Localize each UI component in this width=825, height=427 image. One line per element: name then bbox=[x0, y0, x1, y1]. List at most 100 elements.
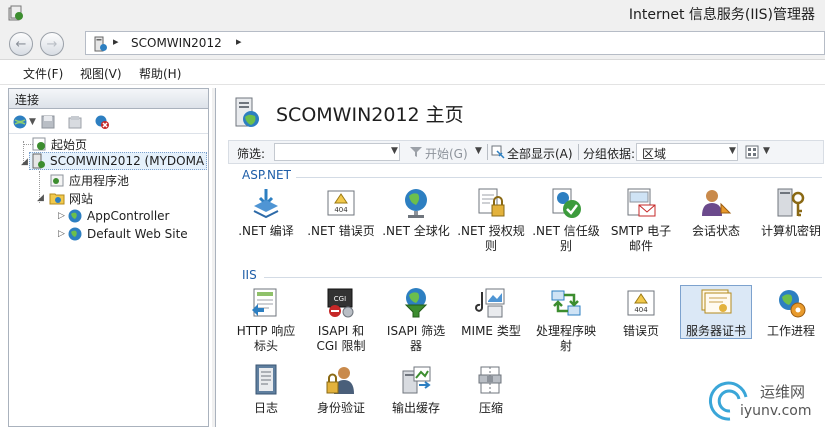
group-by-select[interactable]: 区域 bbox=[636, 143, 738, 161]
chevron-down-icon[interactable]: ▼ bbox=[729, 146, 736, 156]
section-title-aspnet: ASP.NET bbox=[242, 168, 291, 182]
menu-view[interactable]: 视图(V) bbox=[80, 65, 122, 82]
server-icon bbox=[94, 36, 107, 52]
tree-expand-icon[interactable]: ▷ bbox=[58, 229, 65, 239]
watermark-url: iyunv.com bbox=[740, 403, 812, 419]
chevron-down-icon[interactable]: ▼ bbox=[29, 117, 36, 127]
tree-item-sites[interactable]: 网站 bbox=[49, 189, 93, 207]
worker-process-icon bbox=[779, 290, 806, 318]
sites-folder-icon bbox=[49, 193, 65, 205]
feature-smtp-email[interactable]: SMTP 电子邮件 bbox=[605, 186, 677, 254]
feature-error-pages[interactable]: 404 错误页 bbox=[605, 286, 677, 339]
feature-net-error-pages[interactable]: 404 .NET 错误页 bbox=[305, 186, 377, 239]
feature-worker-processes[interactable]: 工作进程 bbox=[755, 286, 825, 339]
filter-input[interactable] bbox=[274, 143, 400, 161]
feature-machine-key[interactable]: 计算机密钥 bbox=[755, 186, 825, 239]
menu-file[interactable]: 文件(F) bbox=[23, 65, 63, 82]
user-session-icon bbox=[702, 190, 732, 216]
tree-item-label: SCOMWIN2012 (MYDOMA bbox=[50, 154, 205, 168]
response-headers-icon bbox=[252, 288, 277, 317]
feature-output-caching[interactable]: 输出缓存 bbox=[380, 363, 452, 416]
feature-session-state[interactable]: 会话状态 bbox=[680, 186, 752, 239]
svg-text:CGI: CGI bbox=[334, 295, 346, 303]
mime-types-icon bbox=[475, 288, 505, 318]
section-title-iis: IIS bbox=[242, 268, 257, 282]
divider bbox=[578, 144, 579, 160]
tree-item-server[interactable]: SCOMWIN2012 (MYDOMA bbox=[29, 152, 207, 170]
add-connection-icon[interactable] bbox=[67, 114, 83, 130]
machine-key-icon bbox=[777, 188, 805, 217]
feature-net-globalization[interactable]: .NET 全球化 bbox=[380, 186, 452, 239]
menu-bar: 文件(F) 视图(V) 帮助(H) bbox=[0, 61, 825, 85]
feature-handler-mappings[interactable]: 处理程序映射 bbox=[530, 286, 602, 354]
feature-net-authorization-rules[interactable]: .NET 授权规则 bbox=[455, 186, 527, 254]
funnel-icon bbox=[410, 147, 422, 157]
svg-text:404: 404 bbox=[634, 306, 648, 314]
website-globe-icon bbox=[68, 227, 82, 241]
feature-compression[interactable]: 压缩 bbox=[455, 363, 527, 416]
isapi-filter-icon bbox=[404, 288, 428, 318]
tree-item-app-pools[interactable]: 应用程序池 bbox=[49, 171, 129, 189]
website-globe-icon bbox=[68, 209, 82, 223]
view-toggle-icon[interactable] bbox=[745, 145, 759, 159]
feature-authentication[interactable]: 身份验证 bbox=[305, 363, 377, 416]
tree-collapse-icon[interactable]: ◢ bbox=[21, 157, 28, 167]
forward-button[interactable]: → bbox=[40, 32, 64, 56]
feature-http-response-headers[interactable]: HTTP 响应标头 bbox=[230, 286, 302, 354]
group-by-label: 分组依据: bbox=[583, 147, 636, 161]
save-icon[interactable] bbox=[40, 114, 56, 130]
breadcrumb-separator: ▸ bbox=[113, 35, 119, 48]
show-all-button[interactable]: 全部显示(A) bbox=[507, 145, 573, 162]
title-bar: Internet 信息服务(IIS)管理器 bbox=[0, 0, 825, 26]
disconnect-icon[interactable] bbox=[94, 114, 110, 130]
tree-expand-icon[interactable]: ▷ bbox=[58, 211, 65, 221]
compile-icon bbox=[253, 189, 279, 219]
divider bbox=[487, 144, 488, 160]
start-button[interactable]: 开始(G) bbox=[425, 145, 468, 162]
app-pool-icon bbox=[50, 174, 64, 187]
page-title: SCOMWIN2012 主页 bbox=[276, 104, 464, 126]
back-button[interactable]: ← bbox=[9, 32, 33, 56]
output-cache-icon bbox=[402, 366, 431, 394]
address-bar[interactable]: ▸ SCOMWIN2012 ▸ bbox=[85, 31, 825, 55]
tree-item-label: 应用程序池 bbox=[69, 173, 130, 188]
section-divider bbox=[296, 177, 822, 178]
server-icon bbox=[32, 153, 45, 169]
chevron-down-icon[interactable]: ▼ bbox=[763, 146, 770, 156]
arrow-left-icon: ← bbox=[15, 36, 27, 52]
filter-label: 筛选: bbox=[237, 147, 266, 161]
feature-server-certificates[interactable]: 服务器证书 bbox=[680, 285, 752, 339]
connect-globe-icon[interactable] bbox=[12, 114, 28, 130]
breadcrumb-server[interactable]: SCOMWIN2012 bbox=[131, 36, 222, 50]
cgi-restriction-icon: CGI bbox=[327, 288, 354, 318]
group-by-value: 区域 bbox=[642, 147, 667, 161]
authentication-icon bbox=[326, 367, 354, 394]
tree-collapse-icon[interactable]: ◢ bbox=[37, 193, 44, 203]
feature-isapi-filters[interactable]: ISAPI 筛选器 bbox=[380, 286, 452, 354]
menu-help[interactable]: 帮助(H) bbox=[139, 65, 181, 82]
feature-logging[interactable]: 日志 bbox=[230, 363, 302, 416]
tree-item-label: AppController bbox=[87, 209, 170, 223]
trust-check-icon bbox=[552, 188, 581, 218]
breadcrumb-separator[interactable]: ▸ bbox=[236, 35, 242, 48]
email-icon bbox=[627, 188, 656, 217]
svg-text:404: 404 bbox=[334, 206, 348, 214]
chevron-down-icon[interactable]: ▼ bbox=[391, 146, 398, 156]
iis-app-icon bbox=[8, 5, 23, 21]
tree-item-label: Default Web Site bbox=[87, 227, 188, 241]
tree-item-label: 起始页 bbox=[51, 137, 88, 152]
feature-isapi-cgi-restrictions[interactable]: CGI ISAPI 和 CGI 限制 bbox=[305, 286, 377, 354]
chevron-down-icon[interactable]: ▼ bbox=[475, 146, 482, 156]
connections-toolbar: ▼ bbox=[9, 110, 208, 134]
feature-net-trust-levels[interactable]: .NET 信任级别 bbox=[530, 186, 602, 254]
tree-item-start-page[interactable]: 起始页 bbox=[31, 135, 87, 153]
connections-pane: 连接 ▼ 起始页 ◢ SCOMWIN2012 (MYDOMA 应用程序池 ◢ 网… bbox=[8, 88, 209, 427]
show-all-icon bbox=[491, 145, 505, 159]
feature-net-compilation[interactable]: .NET 编译 bbox=[230, 186, 302, 239]
arrow-right-icon: → bbox=[46, 36, 58, 52]
window-title: Internet 信息服务(IIS)管理器 bbox=[628, 7, 815, 23]
tree-item-appcontroller[interactable]: AppController bbox=[67, 207, 169, 225]
watermark-text: 运维网 bbox=[760, 383, 806, 401]
feature-mime-types[interactable]: MIME 类型 bbox=[455, 286, 527, 339]
tree-item-default-web-site[interactable]: Default Web Site bbox=[67, 225, 188, 243]
